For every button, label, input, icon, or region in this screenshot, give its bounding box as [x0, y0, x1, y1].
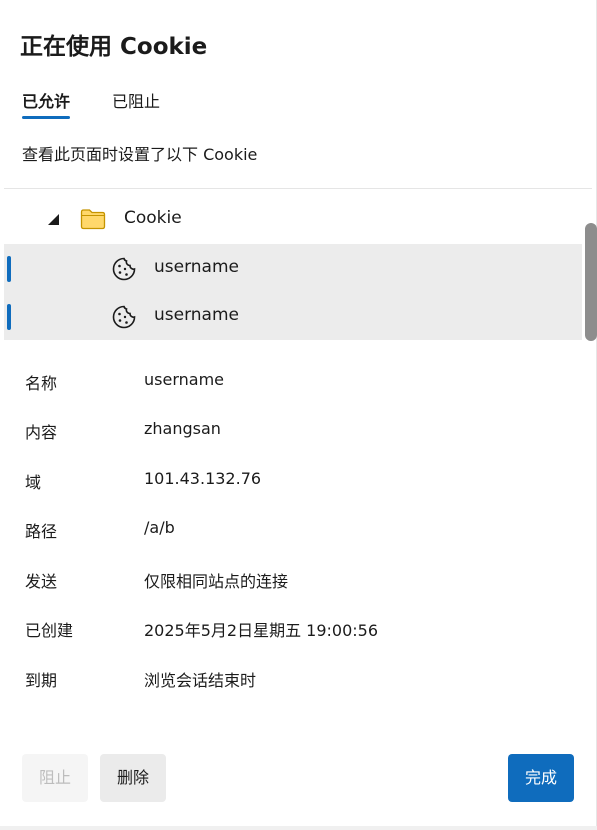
detail-key: 发送: [25, 572, 58, 591]
cookie-name-label: username: [154, 257, 239, 277]
folder-icon: [80, 209, 106, 230]
tree-folder-row[interactable]: Cookie: [4, 196, 582, 242]
tab-blocked-label: 已阻止: [112, 92, 161, 111]
detail-value: 2025年5月2日星期五 19:00:56: [144, 621, 379, 640]
cookie-icon: [112, 305, 136, 329]
expand-caret-icon[interactable]: [48, 214, 59, 225]
cookies-dialog: 正在使用 Cookie 已允许 已阻止 查看此页面时设置了以下 Cookie C…: [0, 0, 597, 826]
detail-row-send: 发送 仅限相同站点的连接: [25, 568, 585, 592]
done-button[interactable]: 完成: [508, 754, 574, 802]
dialog-title: 正在使用 Cookie: [20, 34, 208, 60]
dialog-description: 查看此页面时设置了以下 Cookie: [22, 145, 258, 164]
detail-value: 101.43.132.76: [144, 469, 262, 488]
detail-row-domain: 域 101.43.132.76: [25, 469, 585, 493]
detail-value: zhangsan: [144, 419, 221, 438]
cookie-icon: [112, 257, 136, 281]
cookie-list-item[interactable]: username: [4, 292, 582, 340]
tree-scrollbar[interactable]: [585, 223, 597, 341]
detail-key: 域: [25, 473, 42, 492]
detail-key: 已创建: [25, 621, 74, 640]
detail-key: 到期: [25, 671, 58, 690]
cookie-name-label: username: [154, 305, 239, 325]
detail-row-expires: 到期 浏览会话结束时: [25, 667, 585, 691]
detail-key: 路径: [25, 522, 58, 541]
detail-row-content: 内容 zhangsan: [25, 419, 585, 443]
active-tab-indicator: [22, 116, 71, 119]
cookie-tree: Cookie username username: [4, 196, 582, 342]
delete-button[interactable]: 删除: [100, 754, 166, 802]
tab-allowed[interactable]: 已允许: [22, 88, 71, 119]
detail-row-created: 已创建 2025年5月2日星期五 19:00:56: [25, 617, 585, 641]
detail-value: /a/b: [144, 518, 175, 537]
detail-row-name: 名称 username: [25, 370, 585, 394]
detail-row-path: 路径 /a/b: [25, 518, 585, 542]
folder-label: Cookie: [124, 208, 182, 228]
detail-value: 仅限相同站点的连接: [144, 572, 289, 591]
selection-indicator: [7, 304, 11, 330]
tab-blocked[interactable]: 已阻止: [112, 88, 160, 118]
detail-key: 内容: [25, 423, 58, 442]
detail-value: username: [144, 370, 224, 389]
cookie-list-item[interactable]: username: [4, 244, 582, 292]
divider: [4, 188, 592, 189]
tab-allowed-label: 已允许: [22, 92, 71, 111]
detail-key: 名称: [25, 374, 58, 393]
block-button[interactable]: 阻止: [22, 754, 88, 802]
detail-value: 浏览会话结束时: [144, 671, 257, 690]
selection-indicator: [7, 256, 11, 282]
